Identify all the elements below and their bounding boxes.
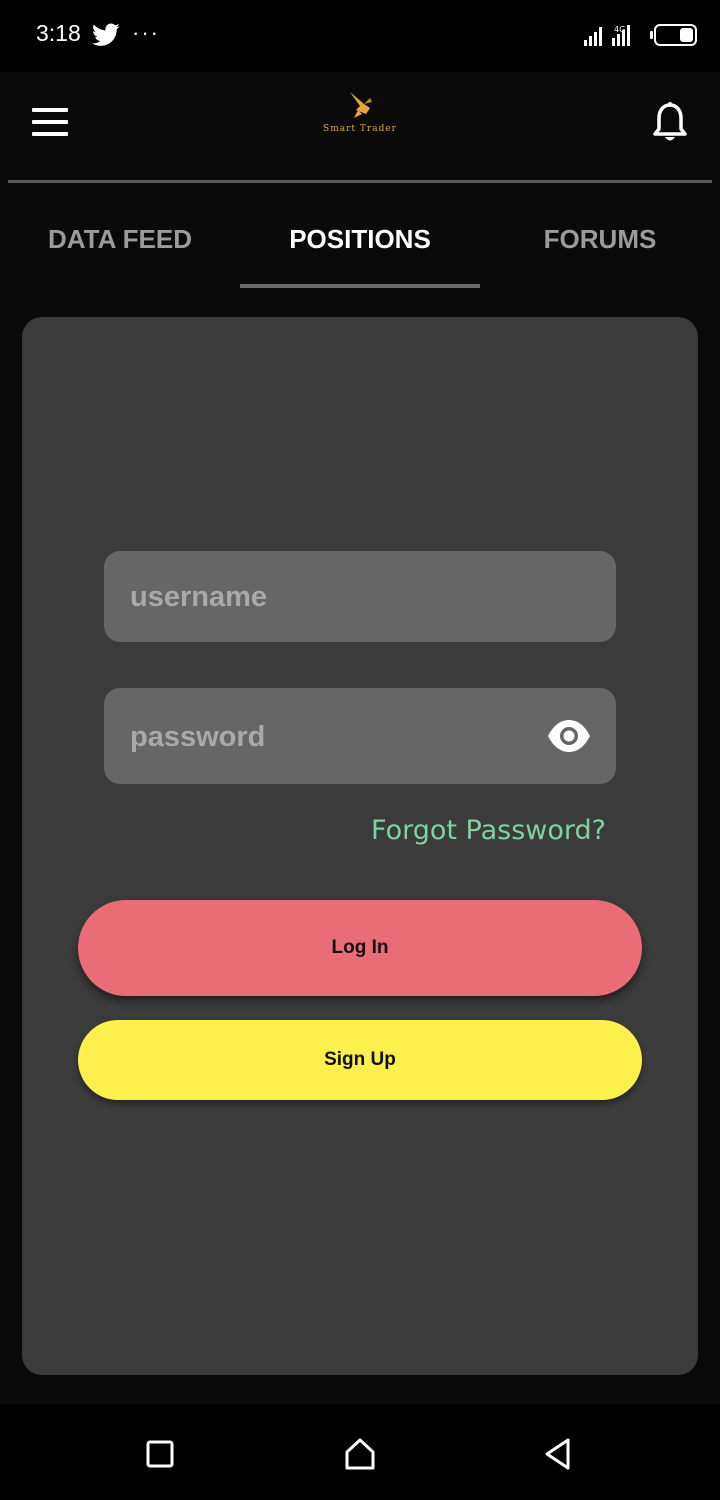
home-icon[interactable] <box>340 1434 380 1474</box>
status-bar: 3:18 ··· 4G <box>0 0 720 72</box>
eye-icon[interactable] <box>546 718 592 754</box>
status-time: 3:18 <box>36 20 81 46</box>
tab-bar: DATA FEED POSITIONS FORUMS <box>0 184 720 290</box>
bell-icon[interactable] <box>652 102 688 144</box>
signal-icon: 4G <box>584 25 630 46</box>
signup-button[interactable]: Sign Up <box>78 1020 642 1100</box>
app-screen: 3:18 ··· 4G Smart Trader DATA FEED POSIT… <box>0 0 720 1500</box>
app-header: Smart Trader <box>0 72 720 184</box>
header-divider <box>8 180 712 183</box>
svg-text:4G: 4G <box>614 25 625 34</box>
login-card: Forgot Password? Log In Sign Up <box>22 317 698 1375</box>
battery-icon <box>650 24 697 46</box>
tab-forums[interactable]: FORUMS <box>480 224 720 255</box>
username-input[interactable] <box>128 551 532 644</box>
active-tab-indicator <box>240 284 480 288</box>
forgot-password-link[interactable]: Forgot Password? <box>371 815 606 846</box>
password-input[interactable] <box>128 688 532 786</box>
back-icon[interactable] <box>538 1434 578 1474</box>
system-nav-bar <box>0 1404 720 1500</box>
tab-data-feed[interactable]: DATA FEED <box>0 224 240 255</box>
recents-icon[interactable] <box>140 1434 180 1474</box>
twitter-icon <box>92 23 120 46</box>
password-field <box>104 688 616 786</box>
login-button[interactable]: Log In <box>78 900 642 996</box>
tab-positions[interactable]: POSITIONS <box>240 224 480 255</box>
brand-name: Smart Trader <box>323 124 397 134</box>
username-field <box>104 551 616 644</box>
menu-icon[interactable] <box>32 108 68 136</box>
overflow-dots: ··· <box>132 20 160 45</box>
